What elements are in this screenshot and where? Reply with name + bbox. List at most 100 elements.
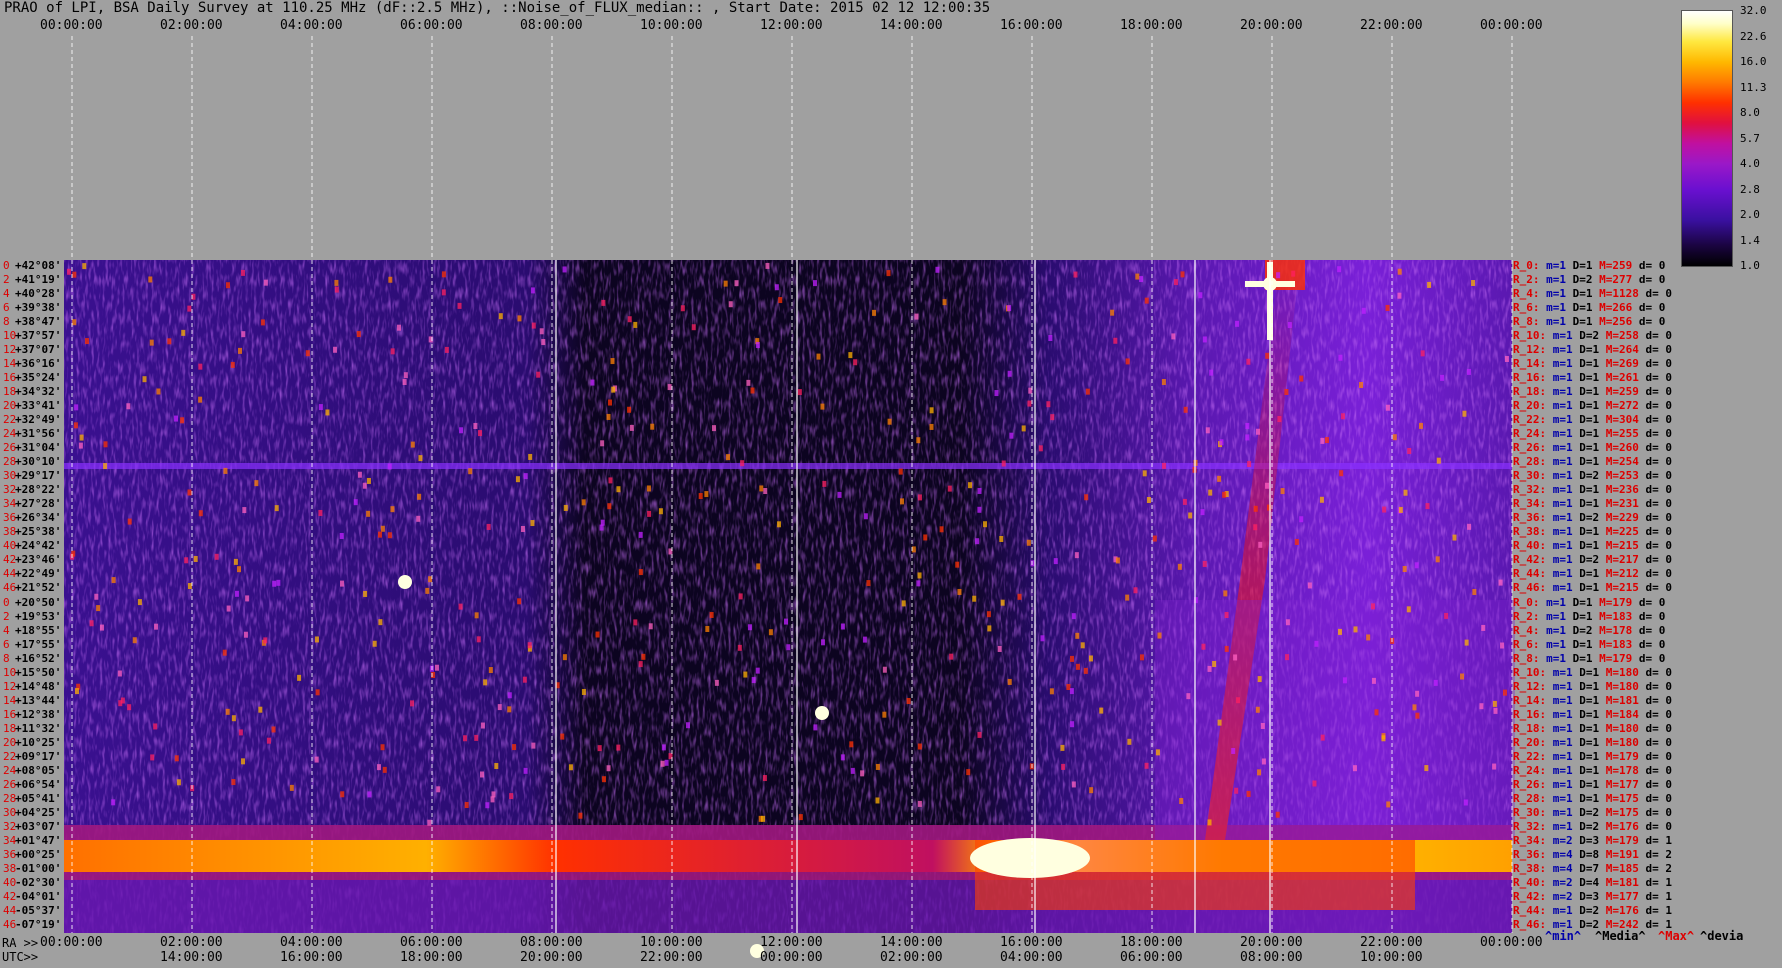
row-index: 0: [3, 259, 10, 272]
hot-spot: [1007, 370, 1012, 377]
row-stat-field: D=1: [1579, 483, 1606, 497]
declination-value: +39°38': [15, 301, 62, 315]
row-stat-field: d= 0: [1638, 637, 1666, 651]
declination-label: 18+34°32': [3, 385, 61, 398]
row-stat-field: m=2: [1552, 833, 1580, 847]
hot-spot: [917, 743, 922, 750]
hot-spot: [1179, 797, 1184, 804]
hot-spot: [1234, 787, 1239, 794]
row-stat: R_22: m=1 D=1 M=304 d= 0: [1513, 413, 1672, 426]
declination-value: +16°52': [15, 651, 62, 665]
hot-spot: [999, 535, 1004, 542]
hot-spot: [1253, 524, 1258, 531]
row-stat-field: m=1: [1552, 721, 1580, 735]
hot-spot: [751, 677, 756, 684]
hot-spot: [181, 329, 186, 336]
hot-spot: [1498, 579, 1503, 586]
hot-spot: [272, 580, 277, 587]
hot-spot: [929, 407, 934, 414]
row-stat-field: M=255: [1605, 427, 1646, 441]
row-stat-field: d= 0: [1638, 315, 1666, 329]
row-stat-field: M=259: [1599, 259, 1639, 272]
hot-spot: [72, 271, 77, 278]
row-stat-field: d= 0: [1645, 749, 1673, 763]
declination-value: +33°41': [15, 399, 62, 413]
ra-axis-tick-label: 02:00:00: [160, 935, 223, 950]
hot-spot: [949, 653, 954, 660]
hot-spot: [1257, 769, 1262, 776]
hot-spot: [1125, 594, 1130, 601]
row-stat-field: M=256: [1599, 315, 1639, 329]
hot-spot: [1026, 539, 1031, 546]
row-stat-field: m=1: [1552, 455, 1580, 469]
hot-spot: [616, 744, 621, 751]
top-axis-tick-label: 20:00:00: [1240, 18, 1303, 33]
row-stat-field: M=177: [1605, 777, 1646, 791]
declination-value: +38°47': [15, 315, 62, 329]
hot-spot: [174, 415, 179, 422]
row-index: 40: [3, 539, 17, 553]
hot-spot: [1245, 422, 1250, 429]
hot-spot: [633, 619, 638, 626]
row-stat-field: R_2:: [1513, 273, 1547, 287]
hot-spot: [627, 406, 632, 413]
row-stat-field: m=1: [1546, 287, 1573, 301]
hot-spot: [127, 518, 132, 525]
declination-label: 42-04°01': [3, 890, 61, 903]
row-stat-field: D=1: [1579, 525, 1606, 539]
hot-spot: [1139, 276, 1144, 283]
row-index: 32: [3, 819, 17, 833]
row-stat: R_30: m=1 D=2 M=253 d= 0: [1513, 469, 1672, 482]
hot-spot: [1144, 762, 1149, 769]
legend-min: ^min^: [1545, 929, 1582, 943]
hot-spot: [917, 800, 922, 807]
row-stat-field: M=180: [1605, 665, 1646, 679]
hot-spot: [987, 625, 992, 632]
hot-spot: [1466, 368, 1471, 375]
row-index: 12: [3, 679, 17, 693]
hot-spot: [1374, 709, 1379, 716]
top-axis-tick-label: 10:00:00: [640, 18, 703, 33]
hot-spot: [1040, 635, 1045, 642]
hot-spot: [82, 263, 87, 270]
hot-spot: [740, 460, 745, 467]
row-stat-field: m=4: [1552, 861, 1580, 875]
row-stat-field: M=215: [1605, 581, 1646, 595]
row-index: 24: [3, 763, 17, 777]
hot-spot: [1427, 281, 1432, 288]
row-stat-field: R_36:: [1513, 847, 1553, 861]
hot-spot: [783, 618, 788, 625]
declination-value: +30°10': [15, 455, 62, 469]
hot-spot: [1142, 470, 1147, 477]
hot-spot: [531, 322, 536, 329]
declination-value: +24°42': [15, 539, 62, 553]
row-stat-field: m=1: [1552, 441, 1580, 455]
hot-spot: [1046, 401, 1051, 408]
row-stat-field: D=1: [1572, 651, 1600, 665]
declination-value: +40°28': [15, 287, 62, 301]
row-stat-field: D=1: [1579, 693, 1606, 707]
ra-axis-tick-label: 08:00:00: [520, 935, 583, 950]
row-index: 10: [3, 329, 17, 343]
hot-spot: [813, 724, 818, 731]
hot-spot: [1320, 734, 1325, 741]
row-stat: R_32: m=1 D=1 M=236 d= 0: [1513, 483, 1672, 496]
row-index: 30: [3, 805, 17, 819]
hot-spot: [975, 538, 980, 545]
hot-spot: [441, 271, 446, 278]
hot-spot: [531, 742, 536, 749]
hot-spot: [459, 427, 464, 434]
hot-spot: [882, 711, 887, 718]
hot-spot: [417, 493, 422, 500]
hot-spot: [263, 637, 268, 644]
row-stat-field: M=180: [1605, 735, 1646, 749]
hot-spot: [786, 644, 791, 651]
hot-spot: [1209, 369, 1214, 376]
hot-spot: [562, 654, 567, 661]
row-index: 16: [3, 371, 17, 385]
hot-spot: [236, 566, 241, 573]
hot-spot: [840, 754, 845, 761]
row-index: 10: [3, 665, 17, 679]
ra-axis-tick-label: 00:00:00: [40, 935, 103, 950]
row-stat-field: d= 0: [1645, 735, 1673, 749]
